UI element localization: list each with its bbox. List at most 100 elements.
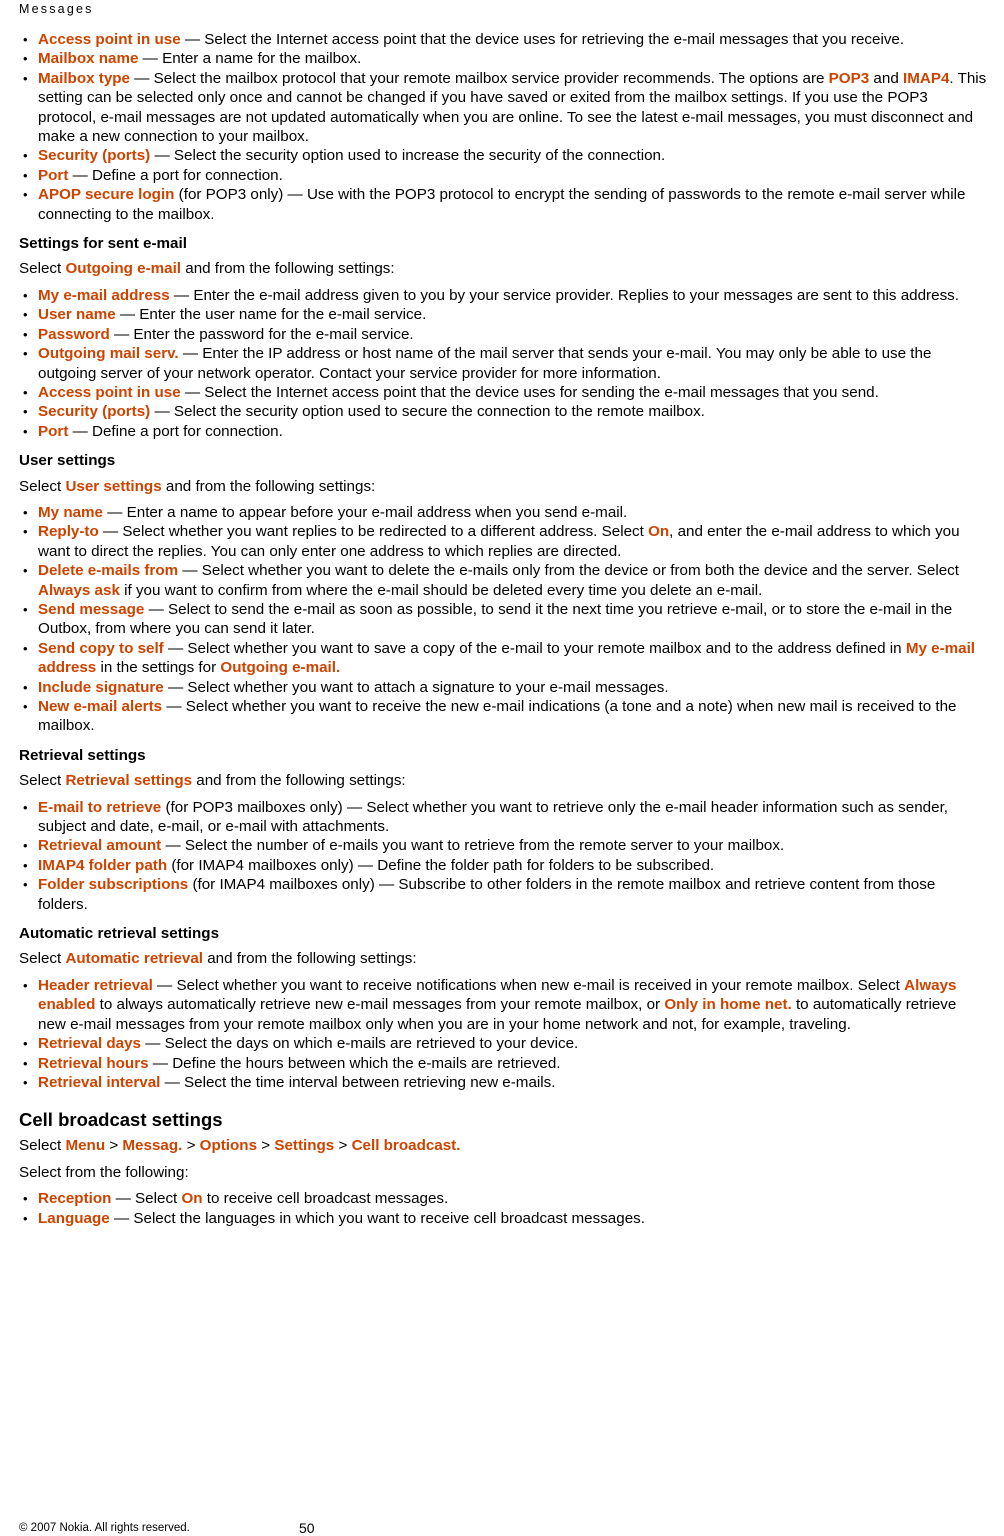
term-retrieval-days: Retrieval days [38, 1035, 141, 1053]
list-item: IMAP4 folder path (for IMAP4 mailboxes o… [19, 856, 987, 876]
list-item: Retrieval interval — Select the time int… [19, 1073, 987, 1093]
list-item: Header retrieval — Select whether you wa… [19, 976, 987, 1034]
text: — Select the security option used to inc… [150, 147, 666, 165]
term-my-name: My name [38, 503, 103, 521]
list-item: Folder subscriptions (for IMAP4 mailboxe… [19, 875, 987, 914]
term-send-message: Send message [38, 600, 145, 618]
term-language: Language [38, 1209, 110, 1227]
term-password: Password [38, 325, 110, 343]
term-new-email-alerts: New e-mail alerts [38, 698, 163, 715]
text: — Select the languages in which you want… [109, 1209, 645, 1227]
text: (for POP3 mailboxes only) — Select wheth… [38, 798, 949, 836]
term-email-to-retrieve: E-mail to retrieve [38, 798, 162, 816]
term-security-ports-2: Security (ports) [38, 403, 151, 421]
intro-retrieval-settings: Select Retrieval settings and from the f… [19, 771, 987, 790]
term-port-2: Port [38, 422, 69, 440]
heading-user-settings: User settings [19, 452, 116, 470]
text: — Define a port for connection. [68, 422, 283, 440]
list-item: User name — Enter the user name for the … [19, 305, 987, 325]
text: — Select the number of e-mails you want … [161, 837, 785, 855]
copyright-text: © 2007 Nokia. All rights reserved. [19, 1522, 190, 1534]
term-send-copy-to-self: Send copy to self [38, 639, 164, 657]
intro-outgoing-email: Select Outgoing e-mail and from the foll… [19, 259, 987, 278]
intro-automatic-retrieval: Select Automatic retrieval and from the … [19, 949, 987, 968]
term-apop-secure-login: APOP secure login [38, 186, 175, 204]
link-user-settings: User settings [65, 477, 162, 495]
text: in the settings for [96, 659, 221, 677]
text: and from the following settings: [161, 477, 376, 495]
text: — Select whether you want to attach a si… [163, 678, 669, 696]
text: — Enter the e-mail address given to you … [169, 286, 959, 304]
link-automatic-retrieval: Automatic retrieval [65, 950, 204, 968]
text: — Select [111, 1190, 182, 1208]
list-item: Delete e-mails from — Select whether you… [19, 561, 987, 600]
list-item: Access point in use — Select the Interne… [19, 30, 987, 50]
heading-cell-broadcast-settings: Cell broadcast settings [19, 1109, 223, 1131]
term-user-name: User name [38, 306, 116, 324]
bullet-list-cell-broadcast: Reception — Select On to receive cell br… [19, 1189, 987, 1228]
term-port: Port [38, 166, 69, 184]
bullet-list-automatic-retrieval: Header retrieval — Select whether you wa… [19, 976, 987, 1093]
text: — Select the days on which e-mails are r… [141, 1035, 579, 1053]
text: — Select the security option used to sec… [150, 403, 705, 421]
text: if you want to confirm from where the e-… [119, 581, 763, 599]
text: — Enter the user name for the e-mail ser… [115, 306, 427, 324]
list-item: Send message — Select to send the e-mail… [19, 600, 987, 639]
path-sep-4: > [334, 1137, 352, 1155]
text: and from the following settings: [203, 950, 417, 968]
path-messag: Messag. [122, 1137, 183, 1155]
text: — Select the mailbox protocol that your … [130, 69, 829, 87]
path-settings: Settings [274, 1137, 335, 1155]
term-delete-emails-from: Delete e-mails from [38, 562, 179, 580]
text: Select [19, 950, 66, 968]
text: and [869, 69, 903, 87]
list-item: APOP secure login (for POP3 only) — Use … [19, 185, 987, 224]
text: Select [19, 477, 66, 495]
text: (for IMAP4 mailboxes only) — Define the … [167, 856, 715, 874]
link-outgoing-email-2: Outgoing e-mail. [220, 659, 341, 677]
link-on: On [648, 523, 670, 541]
term-mailbox-type: Mailbox type [38, 69, 130, 87]
text: — Select the Internet access point that … [180, 383, 879, 401]
list-item: E-mail to retrieve (for POP3 mailboxes o… [19, 798, 987, 837]
link-always-ask: Always ask [38, 581, 120, 599]
list-item: Retrieval amount — Select the number of … [19, 836, 987, 856]
term-access-point-in-use: Access point in use [38, 31, 181, 48]
term-mailbox-name: Mailbox name [38, 50, 139, 68]
path-menu: Menu [65, 1137, 106, 1155]
link-retrieval-settings: Retrieval settings [65, 772, 193, 790]
text: — Enter the password for the e-mail serv… [109, 325, 414, 343]
list-item: Include signature — Select whether you w… [19, 678, 987, 698]
list-item: Retrieval hours — Define the hours betwe… [19, 1054, 987, 1074]
list-item: Access point in use — Select the Interne… [19, 383, 987, 403]
heading-automatic-retrieval-settings: Automatic retrieval settings [19, 925, 220, 943]
list-item: My name — Enter a name to appear before … [19, 503, 987, 523]
link-outgoing-email: Outgoing e-mail [65, 260, 182, 278]
page-content: Access point in use — Select the Interne… [19, 30, 987, 1230]
term-retrieval-interval: Retrieval interval [38, 1073, 161, 1091]
list-item: Security (ports) — Select the security o… [19, 146, 987, 166]
text: — Enter a name for the mailbox. [138, 50, 362, 68]
term-outgoing-mail-serv: Outgoing mail serv. [38, 345, 179, 363]
term-include-signature: Include signature [38, 678, 164, 696]
term-header-retrieval: Header retrieval [38, 976, 153, 994]
intro-cell-broadcast: Select from the following: [19, 1163, 189, 1181]
term-folder-subscriptions: Folder subscriptions [38, 876, 189, 894]
path-cell-broadcast: Cell broadcast. [351, 1137, 461, 1155]
text: — Enter a name to appear before your e-m… [103, 503, 628, 521]
list-item: Reception — Select On to receive cell br… [19, 1189, 987, 1209]
bullet-list-user-settings: My name — Enter a name to appear before … [19, 503, 987, 736]
list-item: Mailbox type — Select the mailbox protoc… [19, 69, 987, 147]
path-options: Options [199, 1137, 258, 1155]
text: — Select whether you want to save a copy… [163, 639, 906, 657]
link-imap4: IMAP4 [902, 69, 950, 87]
list-item: Language — Select the languages in which… [19, 1209, 987, 1229]
text: — Define the hours between which the e-m… [148, 1054, 561, 1072]
heading-settings-for-sent-email: Settings for sent e-mail [19, 235, 187, 253]
list-item: Security (ports) — Select the security o… [19, 402, 987, 422]
list-item: My e-mail address — Enter the e-mail add… [19, 286, 987, 306]
bullet-list-incoming-settings: Access point in use — Select the Interne… [19, 30, 987, 224]
text: and from the following settings: [181, 260, 395, 278]
text: — Select whether you want to delete the … [178, 562, 959, 580]
term-access-point-in-use-2: Access point in use [38, 383, 181, 401]
